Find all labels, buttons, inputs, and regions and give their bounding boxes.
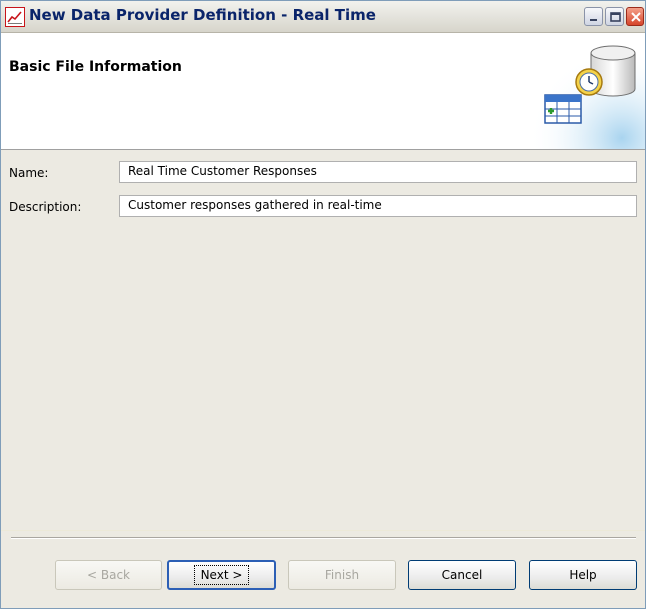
maximize-icon[interactable]: [605, 7, 624, 26]
name-label: Name:: [9, 166, 49, 180]
app-chart-icon: [5, 7, 25, 27]
help-button[interactable]: Help: [529, 560, 637, 590]
form-panel: Name: Real Time Customer Responses Descr…: [1, 150, 645, 530]
wizard-header: Basic File Information: [1, 33, 645, 150]
footer-divider: [11, 537, 636, 539]
name-field[interactable]: Real Time Customer Responses: [119, 161, 637, 183]
description-field[interactable]: Customer responses gathered in real-time: [119, 195, 637, 217]
description-label: Description:: [9, 200, 82, 214]
finish-button[interactable]: Finish: [288, 560, 396, 590]
page-title: Basic File Information: [9, 59, 182, 75]
back-button[interactable]: < Back: [55, 560, 162, 590]
dialog-window: New Data Provider Definition - Real Time…: [0, 0, 646, 609]
window-title: New Data Provider Definition - Real Time: [29, 6, 376, 24]
cancel-button[interactable]: Cancel: [408, 560, 516, 590]
next-button-label: Next >: [193, 565, 250, 585]
database-clock-table-icon: [529, 37, 645, 149]
title-bar[interactable]: New Data Provider Definition - Real Time: [1, 1, 645, 33]
next-button[interactable]: Next >: [167, 560, 276, 590]
minimize-icon[interactable]: [584, 7, 603, 26]
button-bar: < Back Next > Finish Cancel Help: [1, 531, 645, 608]
close-icon[interactable]: [626, 7, 644, 26]
